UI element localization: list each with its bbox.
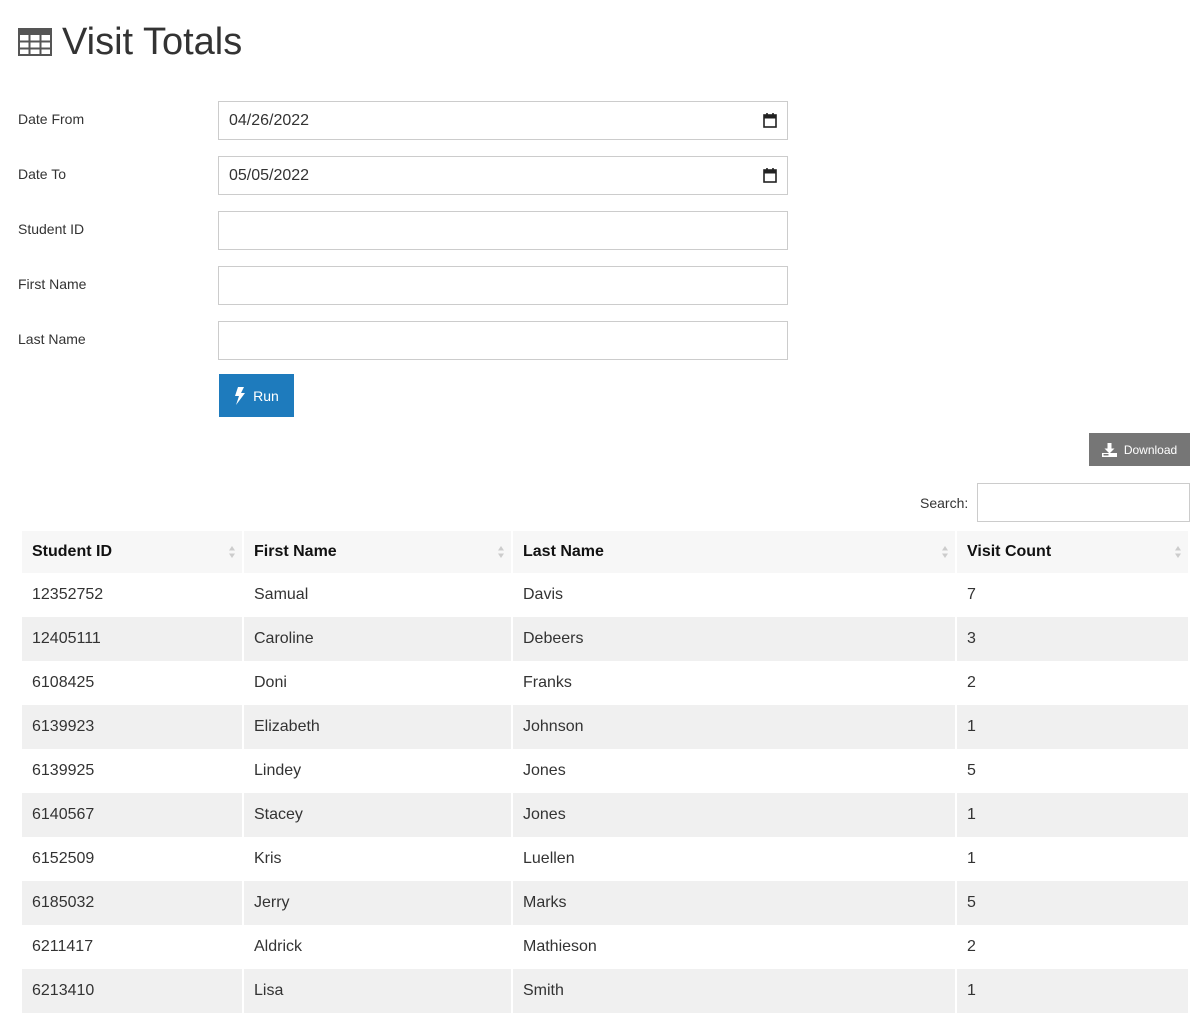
- cell-first-name: Doni: [244, 661, 513, 705]
- last-name-label: Last Name: [18, 331, 86, 347]
- cell-first-name: Elizabeth: [244, 705, 513, 749]
- cell-last-name: Jones: [513, 749, 957, 793]
- cell-last-name: Marks: [513, 881, 957, 925]
- calendar-icon[interactable]: [763, 113, 777, 128]
- cell-first-name: Caroline: [244, 617, 513, 661]
- cell-visit-count: 1: [957, 837, 1188, 881]
- cell-first-name: Samual: [244, 573, 513, 617]
- cell-visit-count: 1: [957, 705, 1188, 749]
- first-name-input[interactable]: [218, 266, 788, 305]
- sort-icon: [229, 546, 235, 558]
- date-to-value: 05/05/2022: [229, 167, 310, 184]
- calendar-icon[interactable]: [763, 168, 777, 183]
- table-row: 12405111 Caroline Debeers 3: [22, 617, 1188, 661]
- column-header-label: Last Name: [523, 543, 604, 560]
- cell-student-id: 12405111: [22, 617, 244, 661]
- cell-visit-count: 2: [957, 661, 1188, 705]
- download-icon: [1101, 442, 1117, 457]
- table-row: 6108425 Doni Franks 2: [22, 661, 1188, 705]
- date-to-label: Date To: [18, 166, 66, 182]
- column-header-first-name[interactable]: First Name: [244, 531, 513, 573]
- cell-first-name: Aldrick: [244, 925, 513, 969]
- cell-last-name: Smith: [513, 969, 957, 1013]
- last-name-input[interactable]: [218, 321, 788, 360]
- sort-icon: [1175, 546, 1181, 558]
- column-header-visit-count[interactable]: Visit Count: [957, 531, 1188, 573]
- table-row: 6139923 Elizabeth Johnson 1: [22, 705, 1188, 749]
- cell-student-id: 6152509: [22, 837, 244, 881]
- column-header-label: First Name: [254, 543, 337, 560]
- column-header-label: Visit Count: [967, 543, 1052, 560]
- first-name-label: First Name: [18, 276, 87, 292]
- cell-student-id: 6108425: [22, 661, 244, 705]
- first-name-row: First Name: [0, 266, 800, 306]
- cell-student-id: 6139925: [22, 749, 244, 793]
- table-row: 6152509 Kris Luellen 1: [22, 837, 1188, 881]
- run-button-label: Run: [253, 387, 279, 404]
- cell-visit-count: 5: [957, 749, 1188, 793]
- column-header-student-id[interactable]: Student ID: [22, 531, 244, 573]
- page-title: Visit Totals: [62, 21, 243, 63]
- column-header-label: Student ID: [32, 543, 112, 560]
- cell-first-name: Kris: [244, 837, 513, 881]
- run-button[interactable]: Run: [219, 374, 294, 417]
- date-from-label: Date From: [18, 111, 85, 127]
- table-row: 6139925 Lindey Jones 5: [22, 749, 1188, 793]
- download-button[interactable]: Download: [1089, 433, 1190, 466]
- cell-last-name: Mathieson: [513, 925, 957, 969]
- cell-student-id: 6211417: [22, 925, 244, 969]
- cell-student-id: 6185032: [22, 881, 244, 925]
- cell-visit-count: 1: [957, 969, 1188, 1013]
- cell-visit-count: 7: [957, 573, 1188, 617]
- download-button-label: Download: [1123, 442, 1178, 457]
- column-header-last-name[interactable]: Last Name: [513, 531, 957, 573]
- cell-last-name: Jones: [513, 793, 957, 837]
- cell-last-name: Luellen: [513, 837, 957, 881]
- cell-last-name: Johnson: [513, 705, 957, 749]
- date-to-row: Date To 05/05/2022: [0, 156, 800, 196]
- cell-first-name: Stacey: [244, 793, 513, 837]
- cell-student-id: 6140567: [22, 793, 244, 837]
- date-from-input[interactable]: 04/26/2022: [218, 101, 788, 140]
- cell-student-id: 6213410: [22, 969, 244, 1013]
- date-from-row: Date From 04/26/2022: [0, 101, 800, 141]
- cell-first-name: Lindey: [244, 749, 513, 793]
- table-row: 6213410 Lisa Smith 1: [22, 969, 1188, 1013]
- date-to-input[interactable]: 05/05/2022: [218, 156, 788, 195]
- last-name-row: Last Name: [0, 321, 800, 361]
- table-row: 6211417 Aldrick Mathieson 2: [22, 925, 1188, 969]
- table-header-row: Student ID First Name Last Name Visit Co…: [22, 531, 1188, 573]
- table-row: 6185032 Jerry Marks 5: [22, 881, 1188, 925]
- student-id-label: Student ID: [18, 221, 85, 237]
- table-row: 6140567 Stacey Jones 1: [22, 793, 1188, 837]
- sort-icon: [942, 546, 948, 558]
- results-table: Student ID First Name Last Name Visit Co…: [22, 531, 1188, 1013]
- cell-last-name: Debeers: [513, 617, 957, 661]
- bolt-icon: [235, 386, 246, 405]
- page-header: Visit Totals: [18, 20, 242, 64]
- search-label: Search:: [920, 495, 969, 511]
- cell-last-name: Franks: [513, 661, 957, 705]
- sort-icon: [498, 546, 504, 558]
- date-from-value: 04/26/2022: [229, 112, 310, 129]
- cell-student-id: 6139923: [22, 705, 244, 749]
- search-input[interactable]: [977, 483, 1190, 522]
- cell-first-name: Jerry: [244, 881, 513, 925]
- student-id-row: Student ID: [0, 211, 800, 251]
- cell-student-id: 12352752: [22, 573, 244, 617]
- cell-first-name: Lisa: [244, 969, 513, 1013]
- cell-last-name: Davis: [513, 573, 957, 617]
- student-id-input[interactable]: [218, 211, 788, 250]
- cell-visit-count: 2: [957, 925, 1188, 969]
- cell-visit-count: 3: [957, 617, 1188, 661]
- cell-visit-count: 5: [957, 881, 1188, 925]
- cell-visit-count: 1: [957, 793, 1188, 837]
- table-row: 12352752 Samual Davis 7: [22, 573, 1188, 617]
- table-icon: [18, 28, 52, 56]
